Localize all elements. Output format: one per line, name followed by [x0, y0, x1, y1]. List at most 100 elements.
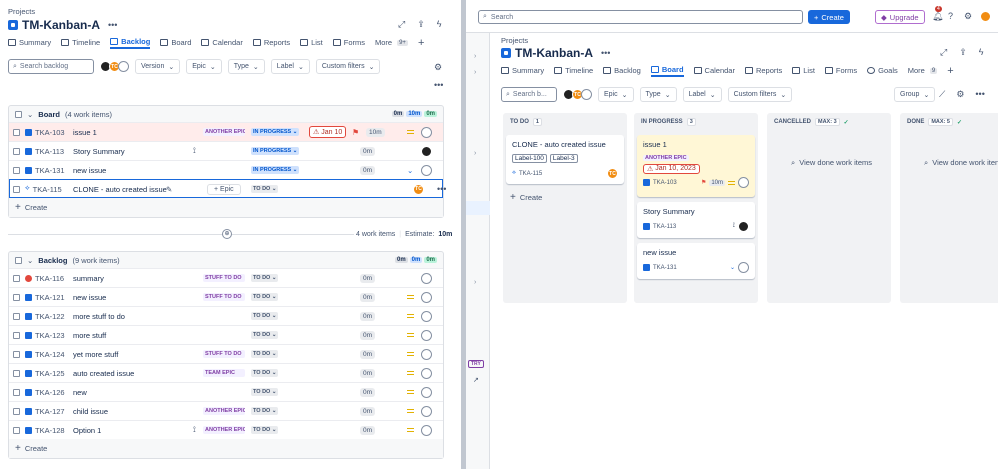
issue-summary[interactable]: new issue [73, 166, 106, 175]
more-icon[interactable]: ••• [434, 80, 443, 90]
view-done-button[interactable]: ⌕ View done work iten [924, 158, 998, 168]
tab-summary[interactable]: Summary [501, 64, 544, 77]
unassigned-avatar[interactable] [421, 126, 432, 138]
row-checkbox[interactable] [13, 185, 20, 193]
row-checkbox[interactable] [13, 312, 20, 320]
tab-backlog[interactable]: Backlog [110, 36, 151, 49]
tab-reports[interactable]: Reports [252, 36, 290, 49]
sidebar-item-active[interactable] [466, 201, 490, 215]
table-row[interactable]: TKA-123 more stuff TO DO ⌄ 0m [9, 325, 443, 344]
table-row[interactable]: TKA-103 issue 1 ANOTHER EPIC IN PROGRESS… [9, 122, 443, 141]
table-row[interactable]: TKA-113 Story Summary ⟟ IN PROGRESS ⌄ 0m [9, 141, 443, 160]
row-checkbox[interactable] [13, 407, 20, 415]
unassigned-avatar[interactable] [421, 272, 432, 284]
add-epic-button[interactable]: + Epic [207, 183, 241, 195]
row-checkbox[interactable] [13, 426, 20, 434]
tab-timeline[interactable]: Timeline [61, 36, 100, 49]
unassigned-avatar[interactable] [581, 89, 592, 100]
unassigned-avatar[interactable] [421, 291, 432, 303]
unassigned-avatar[interactable] [421, 405, 432, 417]
status-dropdown[interactable]: TO DO ⌄ [251, 407, 279, 415]
epic-lozenge[interactable]: STUFF TO DO [203, 350, 245, 358]
status-dropdown[interactable]: TO DO ⌄ [251, 388, 279, 396]
issue-key[interactable]: TKA-126 [25, 388, 65, 397]
gear-icon[interactable]: ⚙ [964, 11, 972, 22]
issue-summary[interactable]: child issue [73, 407, 108, 416]
tab-timeline[interactable]: Timeline [554, 64, 593, 77]
estimate[interactable]: 0m [360, 292, 376, 302]
tab-list[interactable]: List [792, 64, 815, 77]
select-all-checkbox[interactable] [15, 256, 22, 264]
issue-key[interactable]: TKA-131 [653, 265, 677, 271]
issue-summary[interactable]: more stuff [73, 331, 106, 340]
issue-summary[interactable]: new issue [73, 293, 106, 302]
epic-lozenge[interactable]: TEAM EPIC [203, 369, 245, 377]
status-dropdown[interactable]: TO DO ⌄ [251, 350, 279, 358]
create-button[interactable]: + Create [15, 443, 47, 454]
create-button[interactable]: + Create [510, 192, 542, 203]
chevron-right-icon[interactable]: › [474, 150, 476, 157]
estimate[interactable]: 0m [360, 406, 376, 416]
tab-forms[interactable]: Forms [332, 36, 365, 49]
row-checkbox[interactable] [13, 388, 20, 396]
issue-summary[interactable]: CLONE - auto created issue [73, 185, 167, 194]
expand-icon[interactable]: ⤢ [940, 47, 947, 58]
estimate[interactable]: 10m [366, 127, 385, 137]
epic-lozenge[interactable]: STUFF TO DO [203, 293, 245, 301]
global-search-input[interactable]: ⌕ Search [478, 10, 803, 24]
issue-key[interactable]: ⟡ TKA-115 [25, 185, 62, 194]
issue-key[interactable]: TKA-127 [25, 407, 65, 416]
estimate[interactable]: 0m [360, 311, 376, 321]
chevron-right-icon[interactable]: › [474, 53, 476, 60]
estimate[interactable]: 0m [360, 349, 376, 359]
status-dropdown[interactable]: TO DO ⌄ [251, 426, 279, 434]
table-row[interactable]: TKA-125 auto created issue TEAM EPIC TO DO … [9, 363, 443, 382]
upgrade-button[interactable]: ◆ Upgrade [875, 10, 925, 24]
add-tab-icon[interactable]: + [947, 64, 953, 77]
issue-summary[interactable]: more stuff to do [73, 312, 125, 321]
tab-reports[interactable]: Reports [744, 64, 782, 77]
status-dropdown[interactable]: TO DO ⌄ [251, 293, 279, 301]
tab-calendar[interactable]: Calendar [201, 36, 243, 49]
label-filter[interactable]: Label ⌄ [270, 59, 310, 74]
chevron-right-icon[interactable]: › [474, 69, 476, 76]
issue-summary[interactable]: yet more stuff [73, 350, 118, 359]
more-icon[interactable]: ••• [975, 89, 984, 100]
search-input[interactable]: ⌕ Search b... [501, 87, 557, 102]
avatar[interactable] [738, 221, 749, 232]
share-icon[interactable]: ⇪ [959, 47, 967, 58]
label-tag[interactable]: Label-100 [512, 154, 547, 163]
breadcrumb[interactable]: Projects [501, 36, 528, 45]
issue-key[interactable]: TKA-103 [25, 128, 65, 137]
unassigned-avatar[interactable] [421, 310, 432, 322]
settings-icon[interactable]: ⚙ [434, 62, 442, 73]
estimate[interactable]: 0m [360, 387, 376, 397]
table-row[interactable]: TKA-121 new issue STUFF TO DO TO DO ⌄ 0m [9, 287, 443, 306]
unassigned-avatar[interactable] [738, 262, 749, 273]
tab-more[interactable]: More 9 [908, 64, 938, 77]
tab-board[interactable]: Board [650, 64, 684, 77]
issue-summary[interactable]: issue 1 [73, 128, 97, 137]
more-icon[interactable]: ••• [601, 48, 610, 58]
unassigned-avatar[interactable] [738, 177, 749, 188]
issue-key[interactable]: TKA-131 [25, 166, 65, 175]
label-filter[interactable]: Label ⌄ [682, 87, 722, 102]
epic-filter[interactable]: Epic ⌄ [598, 87, 634, 102]
bell-icon[interactable]: 🔔︎ [932, 11, 943, 22]
issue-key[interactable]: TKA-124 [25, 350, 65, 359]
issue-key[interactable]: TKA-115 [519, 171, 542, 177]
issue-key[interactable]: TKA-113 [25, 147, 64, 156]
estimate[interactable]: 0m [360, 146, 376, 156]
status-dropdown[interactable]: TO DO ⌄ [251, 312, 279, 320]
row-checkbox[interactable] [13, 128, 20, 136]
chart-icon[interactable]: ⟋ [939, 89, 945, 100]
table-row[interactable]: TKA-128 Option 1 ⟟ ANOTHER EPIC TO DO ⌄ 0m [9, 420, 443, 439]
status-dropdown[interactable]: IN PROGRESS ⌄ [251, 166, 300, 174]
drag-handle-icon[interactable]: ⊕ [222, 229, 232, 239]
row-checkbox[interactable] [13, 293, 20, 301]
unassigned-avatar[interactable] [421, 348, 432, 360]
avatar[interactable] [421, 145, 432, 157]
tab-more[interactable]: More 9+ [375, 36, 408, 49]
chevron-right-icon[interactable]: › [474, 279, 476, 286]
edit-icon[interactable]: ✎ [166, 185, 172, 194]
